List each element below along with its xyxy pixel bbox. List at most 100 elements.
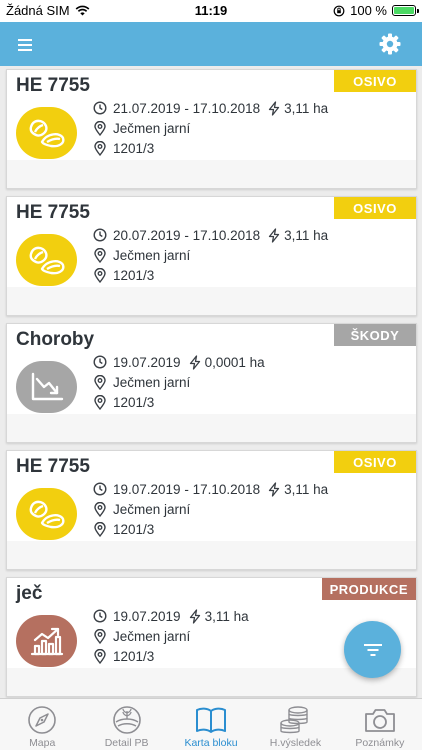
crop-row: Ječmen jarní	[93, 246, 190, 264]
filter-icon	[363, 643, 382, 656]
clock-icon	[93, 355, 107, 369]
area-value: 3,11 ha	[284, 481, 329, 497]
location-pin-icon	[94, 140, 106, 156]
area-value: 3,11 ha	[204, 608, 249, 624]
clock-icon	[93, 482, 107, 496]
tab-detail-pb[interactable]: Detail PB	[84, 699, 168, 750]
date-row: 21.07.2019 - 17.10.2018 3,11 ha	[93, 99, 328, 117]
record-card[interactable]: HE 7755 OSIVO 21.07.2019 - 17.10.2018 3,…	[6, 69, 417, 189]
block-number: 1201/3	[113, 648, 155, 664]
gear-icon[interactable]	[378, 32, 402, 56]
category-badge: OSIVO	[334, 197, 416, 219]
date-row: 20.07.2019 - 17.10.2018 3,11 ha	[93, 226, 328, 244]
location-pin-icon	[94, 120, 106, 136]
date-row: 19.07.2019 - 17.10.2018 3,11 ha	[93, 480, 328, 498]
category-badge: OSIVO	[334, 451, 416, 473]
area-value: 0,0001 ha	[204, 354, 265, 370]
compass-icon	[28, 706, 57, 734]
bolt-icon	[268, 481, 280, 497]
field-icon	[112, 706, 141, 734]
bolt-icon	[189, 608, 200, 624]
tab-label: Mapa	[29, 737, 56, 749]
date-range: 19.07.2019	[113, 354, 181, 370]
date-range: 19.07.2019 - 17.10.2018	[113, 481, 261, 497]
card-footer	[7, 160, 416, 188]
date-range: 21.07.2019 - 17.10.2018	[113, 100, 261, 116]
category-badge: OSIVO	[334, 70, 416, 92]
seed-icon	[16, 107, 77, 159]
card-title: Choroby	[16, 329, 95, 350]
battery-percent: 100 %	[350, 3, 387, 18]
category-badge: ŠKODY	[334, 324, 416, 346]
location-pin-icon	[94, 374, 106, 390]
block-number: 1201/3	[113, 521, 155, 537]
record-card[interactable]: Choroby ŠKODY 19.07.2019 0,0001 ha Ječme…	[6, 323, 417, 443]
date-range: 20.07.2019 - 17.10.2018	[113, 227, 261, 243]
seed-icon	[16, 488, 77, 540]
record-list[interactable]: HE 7755 OSIVO 21.07.2019 - 17.10.2018 3,…	[0, 66, 422, 698]
bolt-icon	[189, 354, 200, 370]
record-card[interactable]: HE 7755 OSIVO 19.07.2019 - 17.10.2018 3,…	[6, 450, 417, 570]
card-footer	[7, 287, 416, 315]
crop-name: Ječmen jarní	[113, 501, 191, 517]
chart-down-icon	[16, 361, 77, 413]
book-icon	[196, 707, 227, 733]
tab-label: Detail PB	[104, 737, 149, 749]
status-bar: Žádná SIM 11:19 100 %	[0, 0, 422, 22]
tab-h-vysledek[interactable]: H.výsledek	[253, 699, 337, 750]
block-row: 1201/3	[93, 647, 154, 665]
card-title: HE 7755	[16, 202, 90, 223]
bolt-icon	[268, 227, 280, 243]
location-pin-icon	[94, 501, 106, 517]
block-number: 1201/3	[113, 394, 155, 410]
location-pin-icon	[94, 247, 106, 263]
card-footer	[7, 541, 416, 569]
crop-name: Ječmen jarní	[113, 374, 191, 390]
crop-name: Ječmen jarní	[113, 247, 191, 263]
block-row: 1201/3	[93, 266, 154, 284]
tab-poznamky[interactable]: Poznámky	[338, 699, 422, 750]
block-row: 1201/3	[93, 139, 154, 157]
bolt-icon	[268, 100, 280, 116]
block-row: 1201/3	[93, 393, 154, 411]
block-number: 1201/3	[113, 140, 155, 156]
card-footer	[7, 414, 416, 442]
location-pin-icon	[94, 648, 106, 664]
card-title: HE 7755	[16, 456, 90, 477]
tab-label: H.výsledek	[269, 737, 322, 749]
card-title: ječ	[16, 583, 43, 604]
date-range: 19.07.2019	[113, 608, 181, 624]
crop-row: Ječmen jarní	[93, 373, 190, 391]
tab-karta-bloku[interactable]: Karta bloku	[169, 699, 253, 750]
area-value: 3,11 ha	[284, 227, 329, 243]
menu-button[interactable]	[18, 34, 38, 54]
location-pin-icon	[94, 521, 106, 537]
area-value: 3,11 ha	[284, 100, 329, 116]
crop-row: Ječmen jarní	[93, 500, 190, 518]
crop-name: Ječmen jarní	[113, 628, 191, 644]
filter-button[interactable]	[344, 621, 401, 678]
tab-bar: Mapa Detail PB Karta bloku H.výsledek Po…	[0, 698, 422, 750]
chart-up-icon	[16, 615, 77, 667]
clock-icon	[93, 609, 107, 623]
tab-label: Poznámky	[355, 737, 405, 749]
location-pin-icon	[94, 267, 106, 283]
camera-icon	[364, 709, 395, 732]
status-right: 100 %	[333, 3, 419, 18]
card-title: HE 7755	[16, 75, 90, 96]
crop-row: Ječmen jarní	[93, 119, 190, 137]
tab-mapa[interactable]: Mapa	[0, 699, 84, 750]
battery-icon	[392, 5, 419, 16]
seed-icon	[16, 234, 77, 286]
category-badge: PRODUKCE	[321, 578, 416, 600]
date-row: 19.07.2019 0,0001 ha	[93, 353, 265, 371]
app-header	[0, 22, 422, 66]
crop-row: Ječmen jarní	[93, 627, 190, 645]
crop-name: Ječmen jarní	[113, 120, 191, 136]
location-pin-icon	[94, 628, 106, 644]
clock-icon	[93, 228, 107, 242]
coins-icon	[280, 706, 309, 734]
orientation-lock-icon	[333, 5, 345, 16]
date-row: 19.07.2019 3,11 ha	[93, 607, 249, 625]
record-card[interactable]: HE 7755 OSIVO 20.07.2019 - 17.10.2018 3,…	[6, 196, 417, 316]
